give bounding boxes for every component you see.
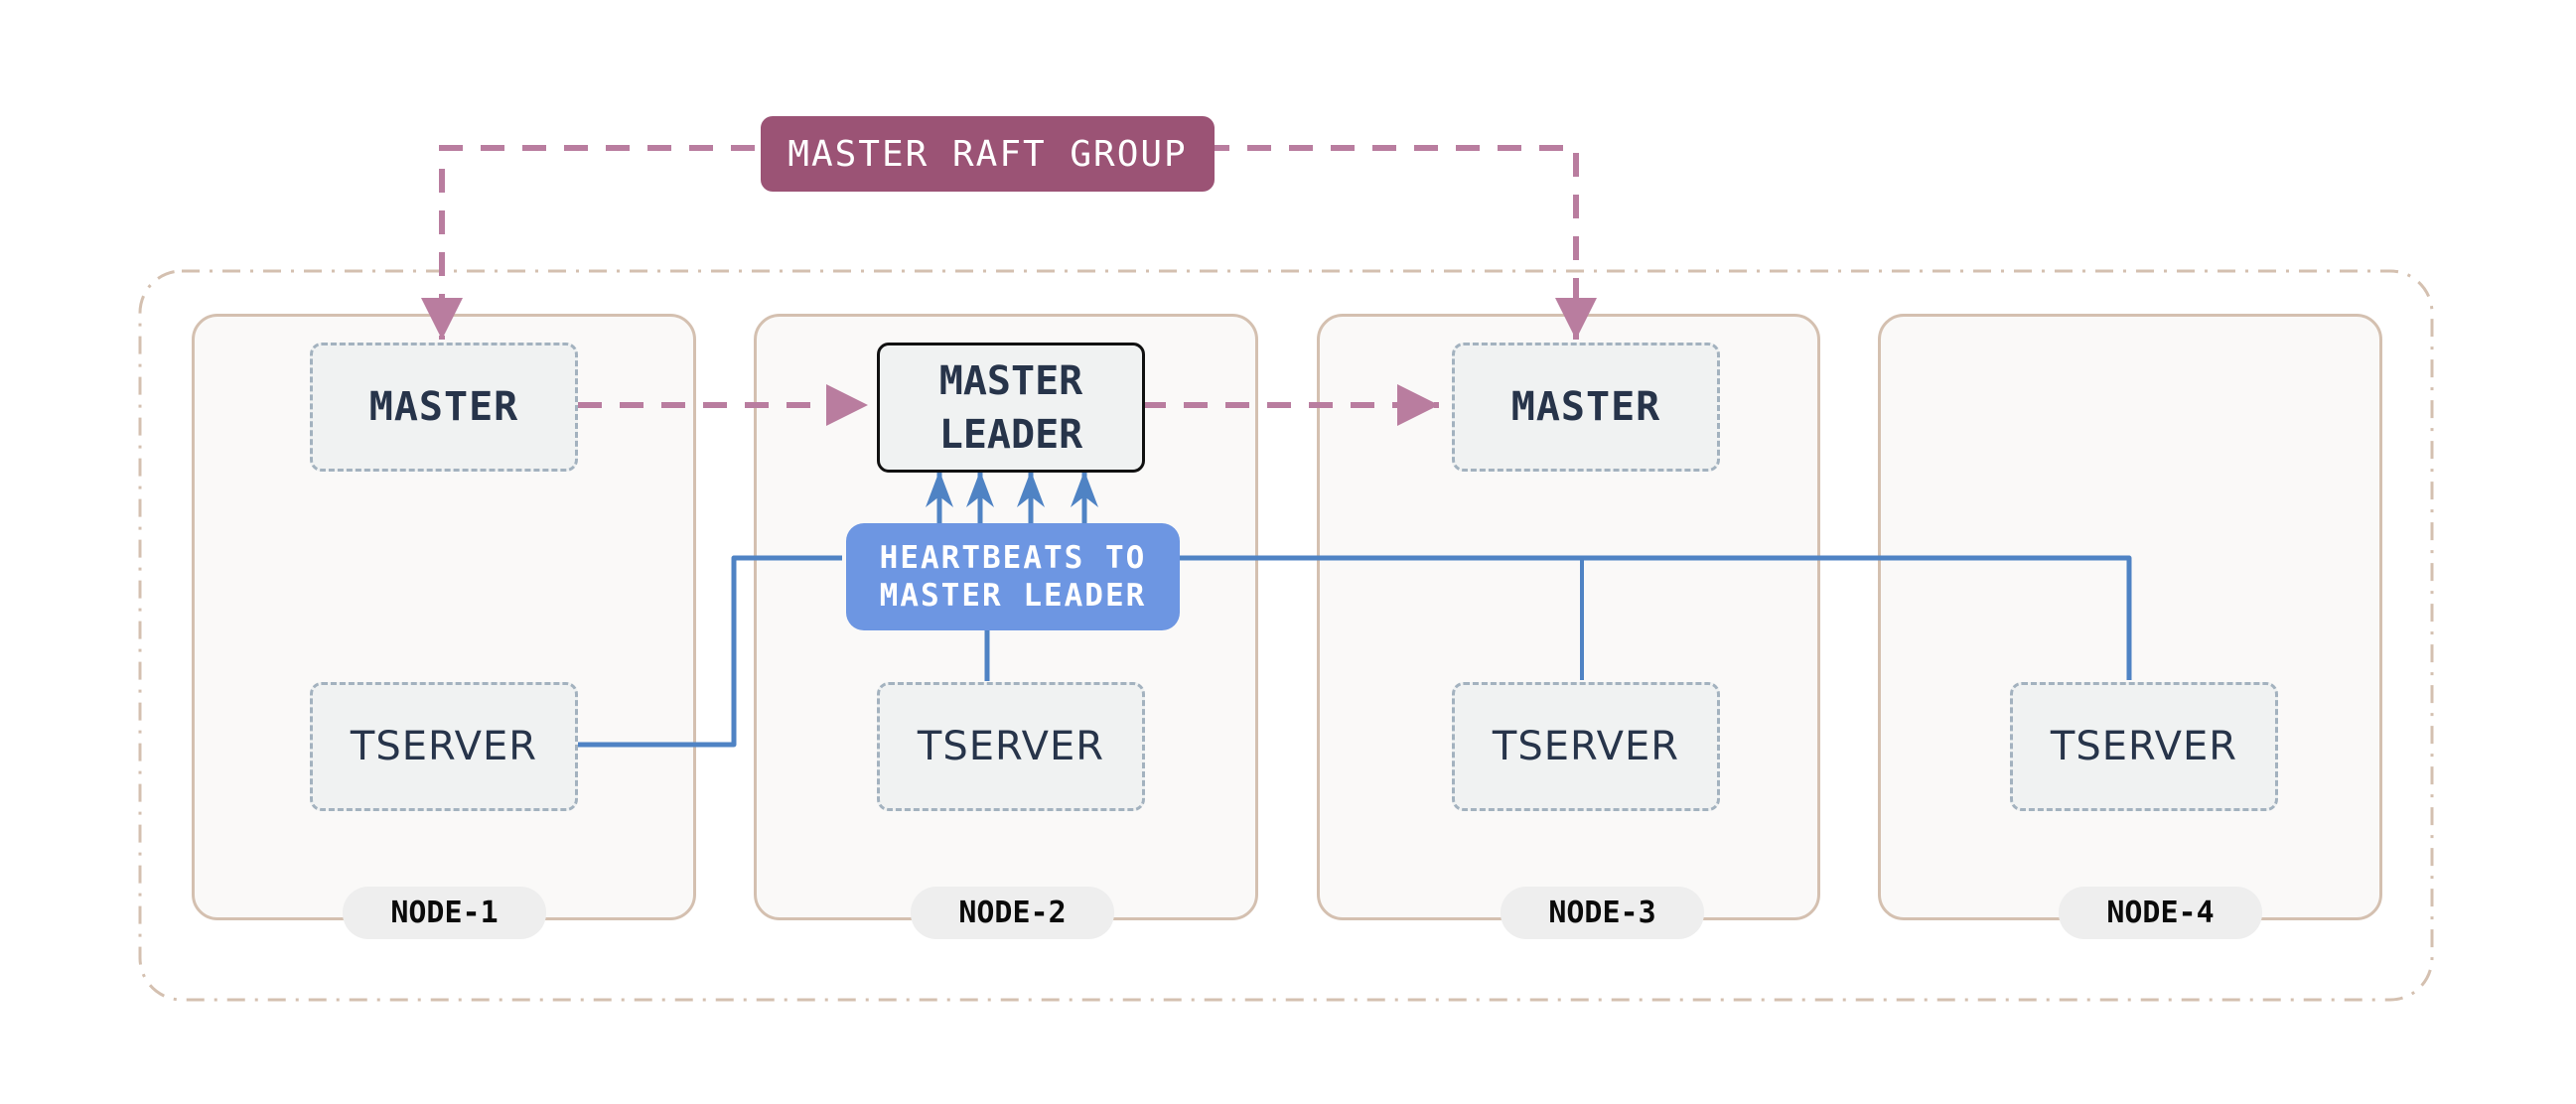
raft-link-node3 [1206,145,1597,340]
raft-group-text: MASTER RAFT GROUP [787,133,1188,175]
heartbeat-line-tserver3-4 [1170,555,2132,680]
master-node-3-label: MASTER [1510,384,1661,430]
tserver-node-1[interactable]: TSERVER [310,682,578,811]
heartbeats-line2: MASTER LEADER [879,578,1147,614]
tserver-node-2[interactable]: TSERVER [877,682,1145,811]
master-node-3[interactable]: MASTER [1452,343,1720,472]
node-2-label: NODE-2 [911,887,1114,939]
master-leader-line2: LEADER [938,411,1083,458]
tserver-node-4-label: TSERVER [2050,724,2238,769]
node-3-label: NODE-3 [1501,887,1704,939]
raft-link-node1 [421,145,755,340]
node-2-label-text: NODE-2 [958,896,1067,930]
heartbeats-line1: HEARTBEATS TO [879,540,1147,576]
heartbeat-line-tserver1 [539,555,842,748]
node-4-label: NODE-4 [2059,887,2262,939]
master-raft-group-label: MASTER RAFT GROUP [761,116,1215,192]
master-node-1[interactable]: MASTER [310,343,578,472]
master-leader-line1: MASTER [938,357,1083,404]
tserver-node-3-label: TSERVER [1492,724,1680,769]
cluster-diagram: MASTER RAFT GROUP MASTER TSERVER NODE-1 … [0,0,2576,1104]
heartbeat-arrows [926,471,1098,523]
master-node-1-label: MASTER [368,384,519,430]
tserver-node-2-label: TSERVER [917,724,1105,769]
node-4-label-text: NODE-4 [2106,896,2215,930]
heartbeats-label: HEARTBEATS TO MASTER LEADER [846,523,1180,630]
node-1-label: NODE-1 [343,887,546,939]
tserver-node-1-label: TSERVER [350,724,538,769]
master-leader-node-2[interactable]: MASTER LEADER [877,343,1145,473]
tserver-node-3[interactable]: TSERVER [1452,682,1720,811]
tserver-node-4[interactable]: TSERVER [2010,682,2278,811]
node-3-label-text: NODE-3 [1548,896,1656,930]
node-1-label-text: NODE-1 [390,896,499,930]
